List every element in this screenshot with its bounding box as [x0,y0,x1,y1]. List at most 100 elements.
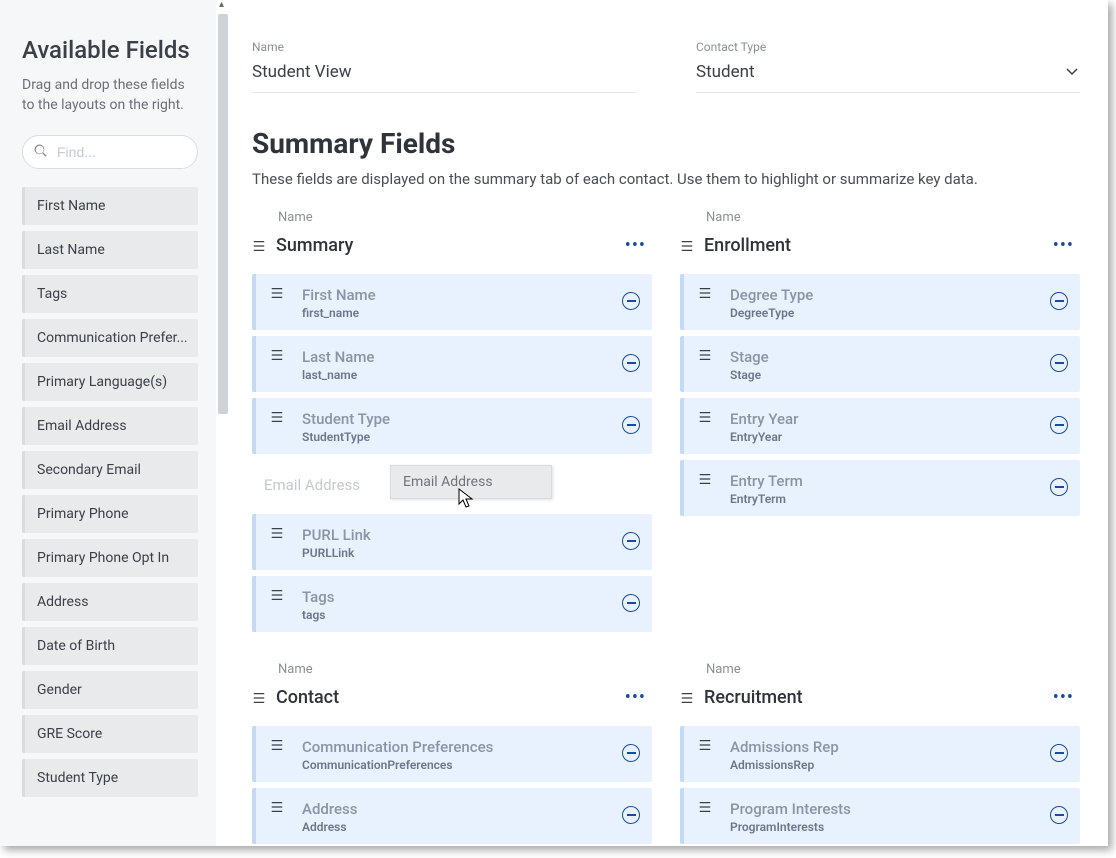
field-card-subtitle: tags [302,608,612,622]
sidebar-description: Drag and drop these fields to the layout… [22,76,198,115]
remove-field-button[interactable] [622,806,640,824]
field-card-title: Address [302,800,612,818]
contact-type-label: Contact Type [696,40,1080,54]
group-contact-more-button[interactable]: ••• [621,685,650,710]
field-card-subtitle: first_name [302,306,612,320]
drag-handle-icon[interactable] [252,239,266,253]
scroll-up-icon[interactable]: ▴ [219,0,224,10]
field-card-subtitle: StudentType [302,430,612,444]
drag-handle-icon[interactable] [698,410,712,424]
available-field-item[interactable]: Secondary Email [22,451,198,489]
remove-field-button[interactable] [622,744,640,762]
available-field-item[interactable]: Email Address [22,407,198,445]
field-card-subtitle: last_name [302,368,612,382]
available-field-item[interactable]: Address [22,583,198,621]
search-input[interactable] [22,135,198,169]
available-field-item[interactable]: Tags [22,275,198,313]
remove-field-button[interactable] [622,594,640,612]
field-card[interactable]: Last Namelast_name [252,336,652,392]
drag-handle-icon[interactable] [698,472,712,486]
group-enrollment-more-button[interactable]: ••• [1049,233,1078,258]
drag-handle-icon[interactable] [698,286,712,300]
group-recruitment-more-button[interactable]: ••• [1049,685,1078,710]
remove-field-button[interactable] [622,416,640,434]
column-name-label: Name [278,210,652,225]
sidebar-scrollbar[interactable]: ▴ [216,0,230,846]
field-card[interactable]: Student TypeStudentType [252,398,652,454]
available-field-item[interactable]: Primary Phone Opt In [22,539,198,577]
available-fields-sidebar: Available Fields Drag and drop these fie… [0,0,216,846]
field-card-subtitle: CommunicationPreferences [302,758,612,772]
drag-handle-icon[interactable] [680,239,694,253]
drag-handle-icon[interactable] [270,526,284,540]
group-recruitment: Name Recruitment ••• Admissions RepAdmis… [680,662,1080,844]
field-card[interactable]: First Namefirst_name [252,274,652,330]
name-value: Student View [252,62,352,82]
field-card[interactable]: Stage Stage [680,336,1080,392]
drag-handle-icon[interactable] [252,691,266,705]
drag-handle-icon[interactable] [270,410,284,424]
field-card-subtitle: Stage [730,368,1040,382]
group-summary-more-button[interactable]: ••• [621,233,650,258]
available-field-item[interactable]: Date of Birth [22,627,198,665]
drag-handle-icon[interactable] [698,738,712,752]
remove-field-button[interactable] [1050,806,1068,824]
view-name-field[interactable]: Name Student View [252,40,636,93]
remove-field-button[interactable] [1050,416,1068,434]
field-card-title: Stage [730,348,1040,366]
contact-type-field[interactable]: Contact Type Student [696,40,1080,93]
remove-field-button[interactable] [1050,354,1068,372]
group-summary: Name Summary ••• First Namefirst_name Las… [252,210,652,632]
available-field-item[interactable]: Primary Phone [22,495,198,533]
column-name-label: Name [278,662,652,677]
drag-handle-icon[interactable] [680,691,694,705]
remove-field-button[interactable] [622,354,640,372]
drag-handle-icon[interactable] [270,286,284,300]
field-card[interactable]: Address Address [252,788,652,844]
field-card-subtitle: EntryYear [730,430,1040,444]
remove-field-button[interactable] [1050,292,1068,310]
field-card-title: Program Interests [730,800,1040,818]
available-field-item[interactable]: GRE Score [22,715,198,753]
field-card-subtitle: ProgramInterests [730,820,1040,834]
contact-type-value: Student [696,62,755,82]
field-card-title: Entry Year [730,410,1040,428]
available-field-item[interactable]: First Name [22,187,198,225]
field-card-subtitle: Address [302,820,612,834]
column-name-label: Name [706,662,1080,677]
remove-field-button[interactable] [622,532,640,550]
remove-field-button[interactable] [1050,744,1068,762]
remove-field-button[interactable] [1050,478,1068,496]
available-field-item[interactable]: Gender [22,671,198,709]
available-field-item[interactable]: Last Name [22,231,198,269]
drag-handle-icon[interactable] [270,588,284,602]
group-summary-title: Summary [276,235,353,256]
sidebar-title: Available Fields [22,36,198,64]
field-card[interactable]: Degree Type DegreeType [680,274,1080,330]
field-card[interactable]: Program Interests ProgramInterests [680,788,1080,844]
available-field-item[interactable]: Communication Prefer... [22,319,198,357]
field-card[interactable]: Tags tags [252,576,652,632]
field-card-subtitle: PURLLink [302,546,612,560]
scrollbar-thumb[interactable] [218,14,228,414]
available-field-item[interactable]: Primary Language(s) [22,363,198,401]
drag-handle-icon[interactable] [270,738,284,752]
field-card-title: Admissions Rep [730,738,1040,756]
field-card[interactable]: Communication PreferencesCommunicationPr… [252,726,652,782]
drag-handle-icon[interactable] [698,348,712,362]
drag-handle-icon[interactable] [698,800,712,814]
field-card-title: Tags [302,588,612,606]
drag-handle-icon[interactable] [270,800,284,814]
drag-handle-icon[interactable] [270,348,284,362]
field-card[interactable]: PURL LinkPURLLink [252,514,652,570]
field-card[interactable]: Entry Year EntryYear [680,398,1080,454]
cursor-icon [458,488,476,510]
field-card-subtitle: EntryTerm [730,492,1040,506]
field-card-subtitle: DegreeType [730,306,1040,320]
field-card[interactable]: Entry TermEntryTerm [680,460,1080,516]
remove-field-button[interactable] [622,292,640,310]
available-field-item[interactable]: Student Type [22,759,198,797]
field-card[interactable]: Admissions RepAdmissionsRep [680,726,1080,782]
chevron-down-icon[interactable] [1066,68,1078,76]
field-card-title: Degree Type [730,286,1040,304]
